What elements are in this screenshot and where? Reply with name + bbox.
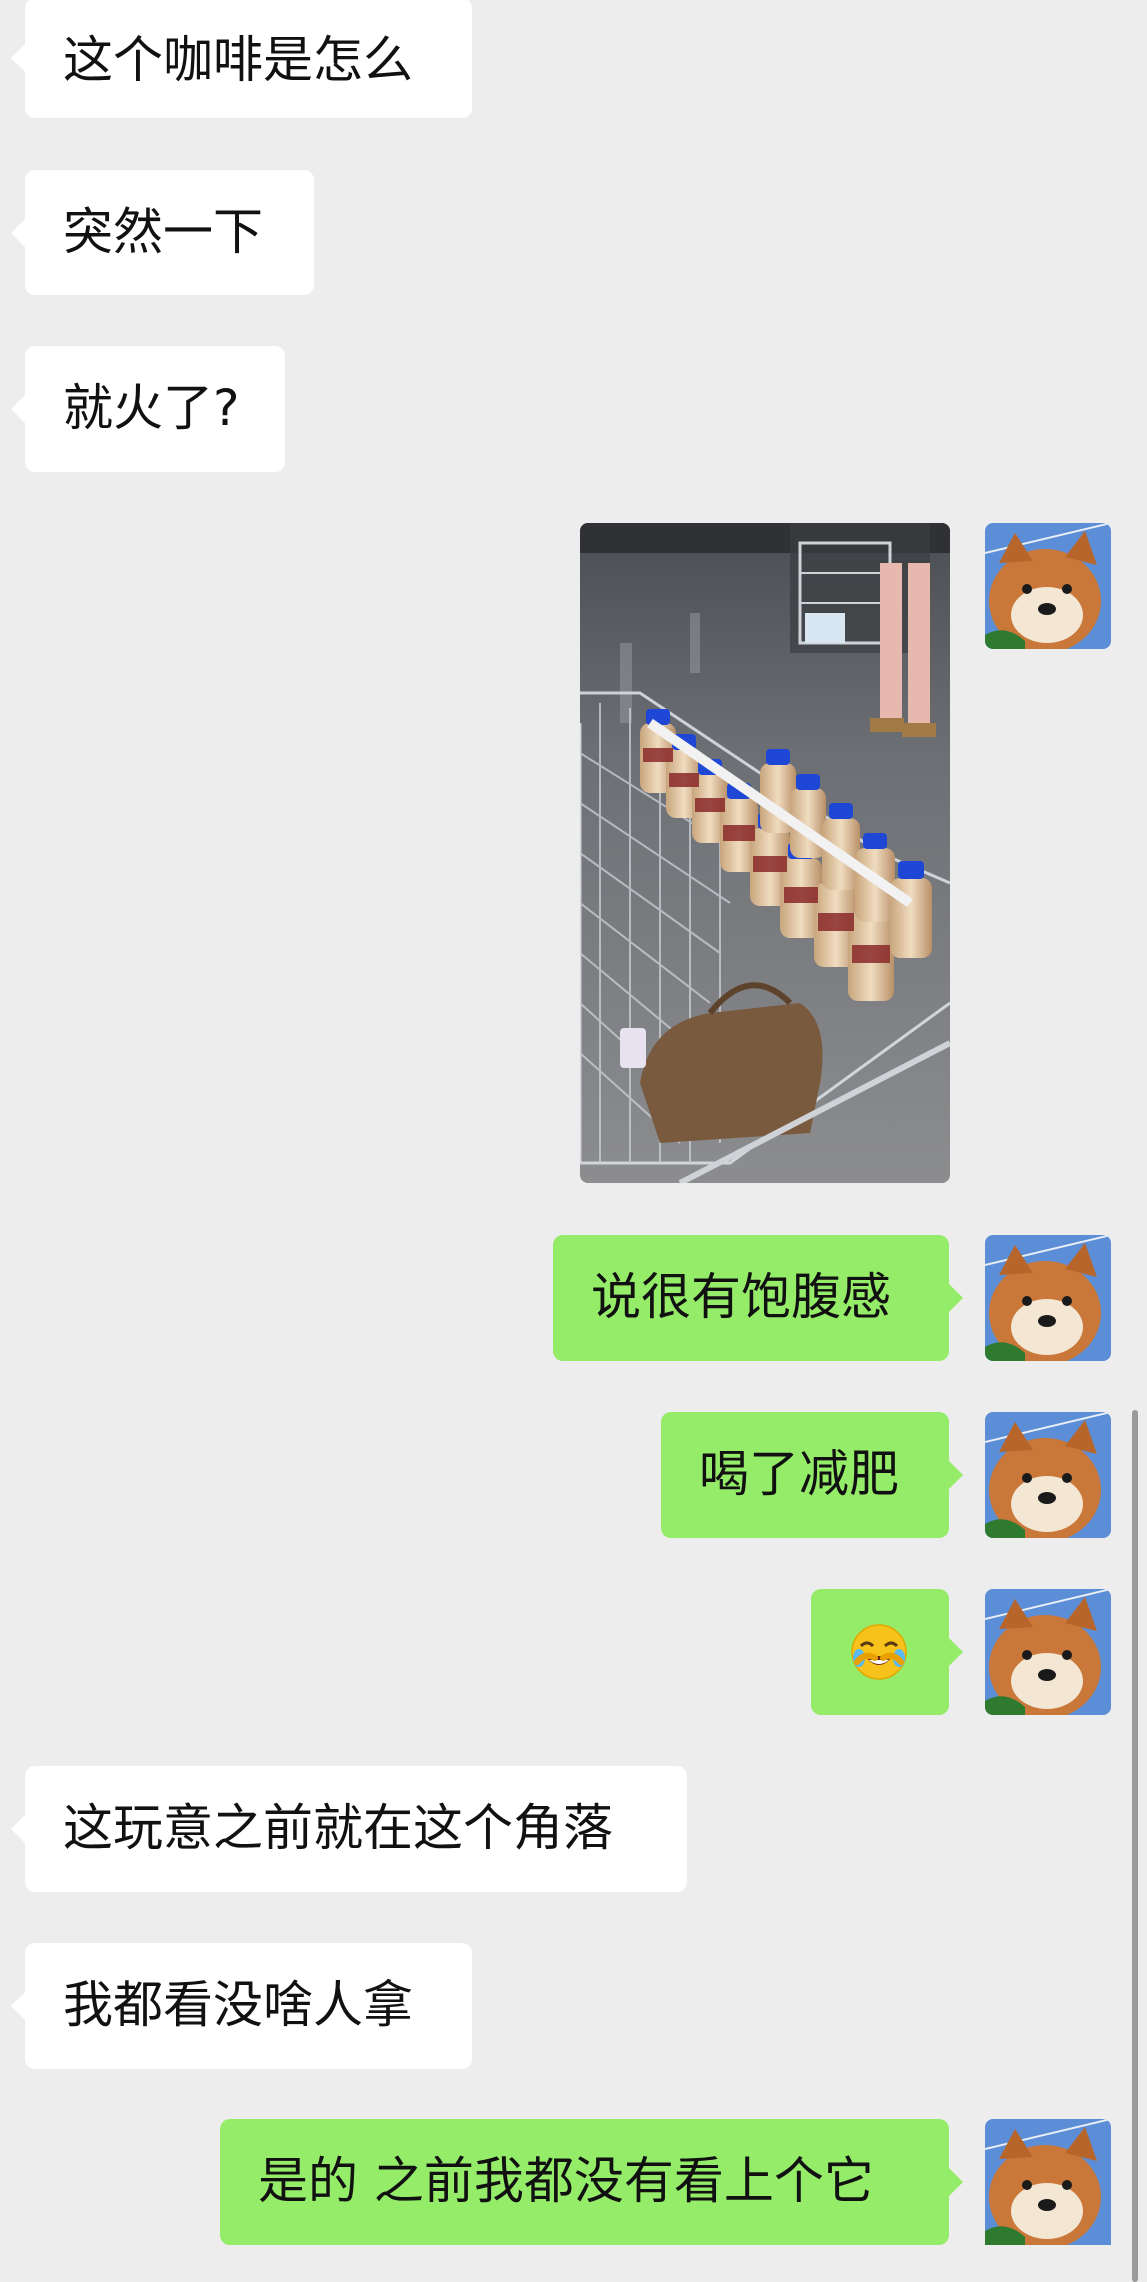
message-text: 说很有饱腹感 bbox=[591, 1268, 891, 1326]
scrollbar[interactable] bbox=[1132, 1410, 1138, 2282]
laughing-crying-face-icon bbox=[851, 1624, 907, 1680]
message-text: 突然一下 bbox=[63, 203, 263, 261]
incoming-message-bubble[interactable]: 这玩意之前就在这个角落 bbox=[11, 1766, 687, 1892]
shiba-dog-avatar-icon bbox=[985, 1412, 1111, 1538]
incoming-message-bubble[interactable]: 就火了? bbox=[11, 346, 285, 472]
shiba-dog-avatar-icon bbox=[985, 523, 1111, 649]
my-avatar[interactable] bbox=[985, 1412, 1111, 1538]
incoming-message-bubble[interactable]: 突然一下 bbox=[11, 170, 314, 295]
message-text: 这玩意之前就在这个角落 bbox=[63, 1799, 613, 1857]
message-text: 就火了? bbox=[63, 379, 240, 437]
photo-image bbox=[580, 523, 950, 1183]
incoming-message-bubble[interactable]: 这个咖啡是怎么 bbox=[11, 0, 472, 118]
my-avatar[interactable] bbox=[985, 1589, 1111, 1715]
sent-photo-shopping-cart[interactable] bbox=[580, 523, 950, 1183]
shiba-dog-avatar-icon bbox=[985, 1589, 1111, 1715]
message-text: 我都看没啥人拿 bbox=[63, 1976, 413, 2034]
my-avatar[interactable] bbox=[985, 1235, 1111, 1361]
my-avatar[interactable] bbox=[985, 2119, 1111, 2282]
outgoing-message-bubble[interactable]: 是的 之前我都没有看上个它 bbox=[220, 2119, 963, 2245]
outgoing-message-bubble[interactable]: 说很有饱腹感 bbox=[553, 1235, 963, 1361]
message-text: 是的 之前我都没有看上个它 bbox=[258, 2152, 874, 2210]
message-text: 这个咖啡是怎么 bbox=[63, 31, 413, 89]
incoming-message-bubble[interactable]: 我都看没啥人拿 bbox=[11, 1943, 472, 2069]
shiba-dog-avatar-icon bbox=[985, 2119, 1111, 2245]
outgoing-message-bubble[interactable]: 喝了减肥 bbox=[661, 1412, 963, 1538]
shiba-dog-avatar-icon bbox=[985, 1235, 1111, 1361]
message-text: 喝了减肥 bbox=[699, 1445, 899, 1503]
chat-message-list[interactable]: 这个咖啡是怎么 突然一下 就火了? 说很有饱腹感 喝了减肥 这玩意之前就在这个角… bbox=[0, 0, 1147, 2282]
outgoing-emoji-bubble[interactable] bbox=[811, 1589, 963, 1715]
my-avatar[interactable] bbox=[985, 523, 1111, 649]
